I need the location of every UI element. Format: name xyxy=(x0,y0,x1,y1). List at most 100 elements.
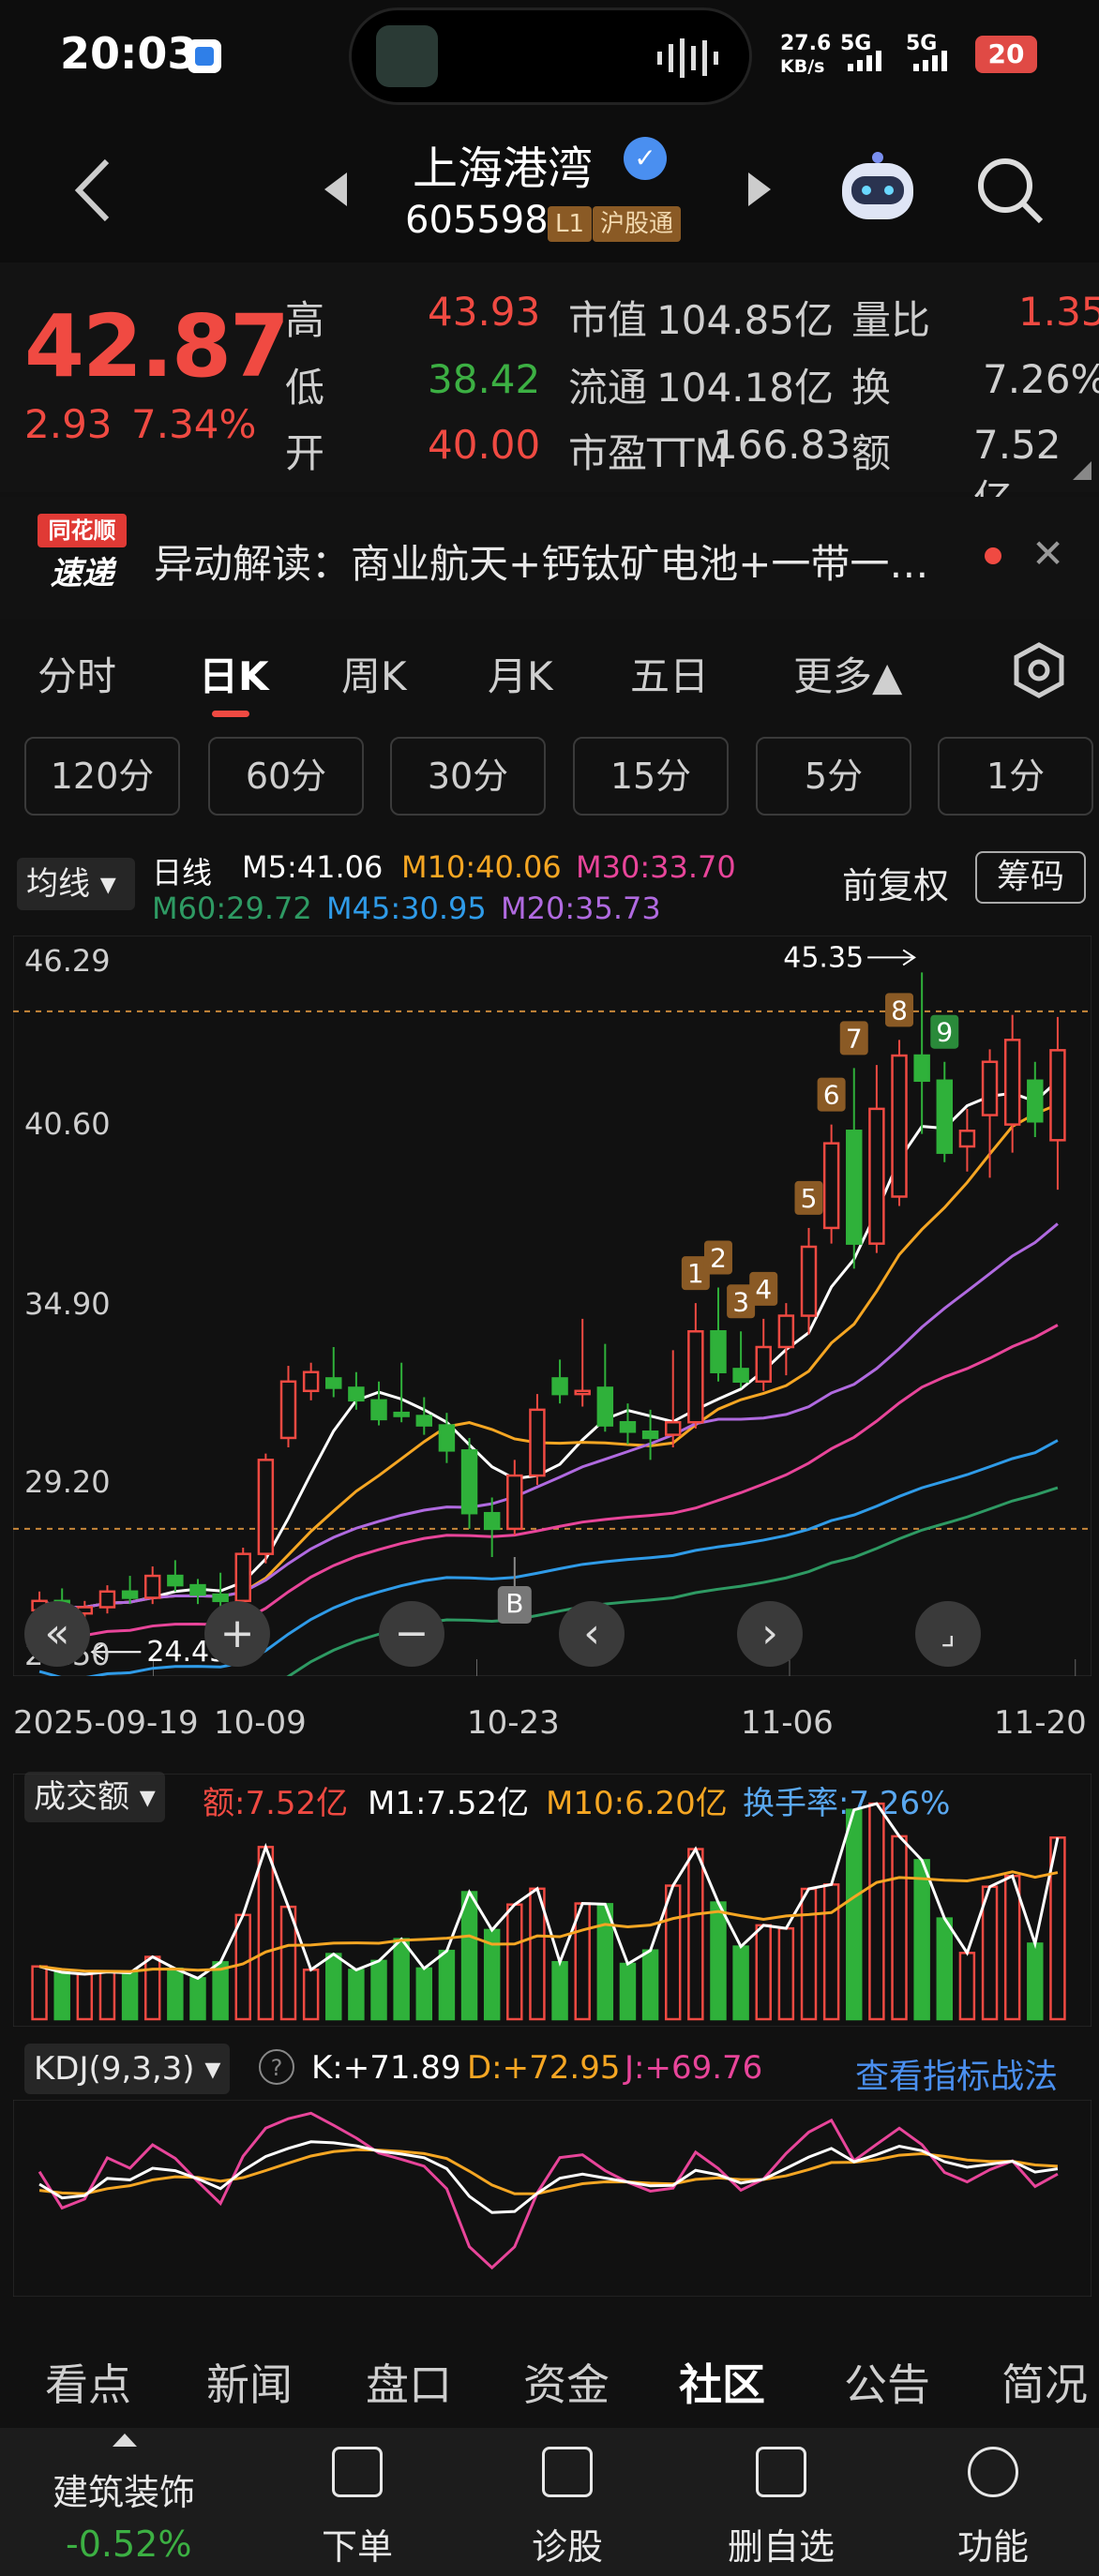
candle-body xyxy=(800,1245,818,1317)
min-60-button[interactable]: 60分 xyxy=(208,737,364,816)
b-marker-label: B xyxy=(505,1588,523,1619)
scroll-right-icon[interactable]: › xyxy=(737,1601,803,1667)
min-5-button[interactable]: 5分 xyxy=(756,737,911,816)
turnover-value: 7.26% xyxy=(983,356,1099,402)
x-tick-1: 2025-09-19 xyxy=(13,1704,199,1742)
ma-select[interactable]: 均线 ▾ xyxy=(17,858,135,910)
candle-body xyxy=(913,1054,930,1083)
dynamic-island[interactable] xyxy=(349,7,752,105)
net-speed-unit: KB/s xyxy=(780,56,825,77)
indicator-strategy-link[interactable]: 查看指标战法 xyxy=(855,2049,1058,2098)
volume-ratio-value: 1.35 xyxy=(1018,289,1099,335)
net-speed: 27.6 xyxy=(780,32,832,55)
settings-hex-icon[interactable] xyxy=(1013,641,1065,699)
candle-body xyxy=(958,1130,976,1148)
next-stock-icon[interactable] xyxy=(745,171,773,208)
float-label: 流通 xyxy=(568,365,648,411)
candle-body xyxy=(687,1330,704,1424)
tab-five-day[interactable]: 五日 xyxy=(630,645,709,702)
candle-body xyxy=(438,1424,456,1452)
tab-weekly-k[interactable]: 周K xyxy=(341,645,407,702)
ma30-label: M30:33.70 xyxy=(576,849,736,885)
tab-intraday[interactable]: 分时 xyxy=(38,645,116,702)
candle-body xyxy=(664,1420,682,1436)
menu-icon[interactable] xyxy=(968,2447,1018,2497)
volume-bar xyxy=(710,1901,727,2021)
tab-news[interactable]: 新闻 xyxy=(206,2351,293,2413)
tab-community[interactable]: 社区 xyxy=(679,2351,765,2413)
kdj-frame xyxy=(13,2100,1091,2297)
close-icon[interactable]: ✕ xyxy=(1031,531,1064,577)
tab-highlights[interactable]: 看点 xyxy=(45,2351,131,2413)
y-tick-3: 34.90 xyxy=(24,1286,111,1322)
min-1-button[interactable]: 1分 xyxy=(938,737,1093,816)
candle-body xyxy=(777,1314,795,1349)
back-arrow-icon[interactable] xyxy=(71,157,114,223)
news-text[interactable]: 异动解读：商业航天+钙钛矿电池+一带一… xyxy=(154,532,970,590)
y-tick-2: 40.60 xyxy=(24,1106,111,1142)
robot-assistant-icon[interactable] xyxy=(835,150,921,229)
min-30-button[interactable]: 30分 xyxy=(390,737,546,816)
kdj-chart[interactable] xyxy=(13,2100,1091,2297)
volume-bar xyxy=(664,1884,682,2021)
help-icon[interactable]: ? xyxy=(259,2049,294,2085)
expand-corner-icon[interactable] xyxy=(1071,459,1093,482)
function-button[interactable]: 功能 xyxy=(923,2518,1063,2569)
tab-capital[interactable]: 资金 xyxy=(523,2351,610,2413)
order-button[interactable]: 下单 xyxy=(287,2518,428,2569)
volume-bar xyxy=(234,1913,251,2021)
min-15-button[interactable]: 15分 xyxy=(573,737,729,816)
candle-body xyxy=(1049,1049,1066,1142)
volume-bar xyxy=(846,1808,863,2021)
price-change-pct: 7.34% xyxy=(131,401,257,447)
volume-bar xyxy=(891,1835,908,2021)
zoom-out-icon[interactable]: − xyxy=(379,1601,444,1667)
tab-daily-k[interactable]: 日K xyxy=(199,645,269,702)
collapse-icon[interactable]: « xyxy=(24,1601,90,1667)
stock-name: 上海港湾 xyxy=(413,142,594,195)
volume-bar xyxy=(777,1926,795,2021)
candle-body xyxy=(325,1377,342,1389)
market-tag: 沪股通 xyxy=(593,206,682,242)
candle-body xyxy=(234,1552,251,1603)
remove-watchlist-button[interactable]: 删自选 xyxy=(711,2518,851,2569)
chip-button[interactable]: 筹码 xyxy=(975,851,1086,904)
kdj-indicator-select[interactable]: KDJ(9,3,3) ▾ xyxy=(24,2044,231,2094)
tab-announcements[interactable]: 公告 xyxy=(844,2351,930,2413)
high-label: 高 xyxy=(285,297,325,343)
tab-more[interactable]: 更多▲ xyxy=(793,645,902,702)
signal-marker-label: 9 xyxy=(936,1017,953,1048)
zoom-in-icon[interactable]: + xyxy=(204,1601,270,1667)
scroll-left-icon[interactable]: ‹ xyxy=(559,1601,625,1667)
search-icon[interactable] xyxy=(975,156,1046,227)
min-120-button[interactable]: 120分 xyxy=(24,737,180,816)
tab-monthly-k[interactable]: 月K xyxy=(488,645,553,702)
volume-chart[interactable] xyxy=(13,1774,1091,2027)
fullscreen-icon[interactable]: ⌟ xyxy=(915,1601,981,1667)
volume-bar xyxy=(121,1971,139,2021)
sector-name[interactable]: 建筑装饰 xyxy=(53,2464,195,2515)
candle-body xyxy=(279,1380,297,1440)
ma20-label: M20:35.73 xyxy=(501,891,661,926)
diagnose-button[interactable]: 诊股 xyxy=(497,2518,638,2569)
high-annotation: 45.35 xyxy=(783,941,864,974)
volume-bar xyxy=(506,1903,523,2021)
candle-body xyxy=(143,1574,161,1599)
kdj-k-label: K:+71.89 xyxy=(311,2049,461,2087)
signal-marker-label: 2 xyxy=(710,1242,727,1273)
mcap-value: 104.85亿 xyxy=(656,297,834,343)
signal-bars-2-icon xyxy=(913,51,947,71)
app-notification-icon xyxy=(188,39,221,73)
last-price: 42.87 xyxy=(24,296,290,397)
prev-stock-icon[interactable] xyxy=(323,171,351,208)
sector-up-arrow-icon xyxy=(113,2434,137,2447)
remove-watchlist-icon[interactable] xyxy=(756,2447,806,2497)
adjust-mode[interactable]: 前复权 xyxy=(842,857,949,908)
candle-body xyxy=(619,1420,637,1433)
tab-orderbook[interactable]: 盘口 xyxy=(366,2351,452,2413)
signal-marker-label: 5 xyxy=(801,1183,818,1214)
diagnose-icon[interactable] xyxy=(542,2447,593,2497)
kline-chart[interactable]: 123 456789B45.3524.45 xyxy=(13,936,1091,1676)
tab-overview[interactable]: 简况 xyxy=(1001,2351,1088,2413)
order-icon[interactable] xyxy=(332,2447,383,2497)
